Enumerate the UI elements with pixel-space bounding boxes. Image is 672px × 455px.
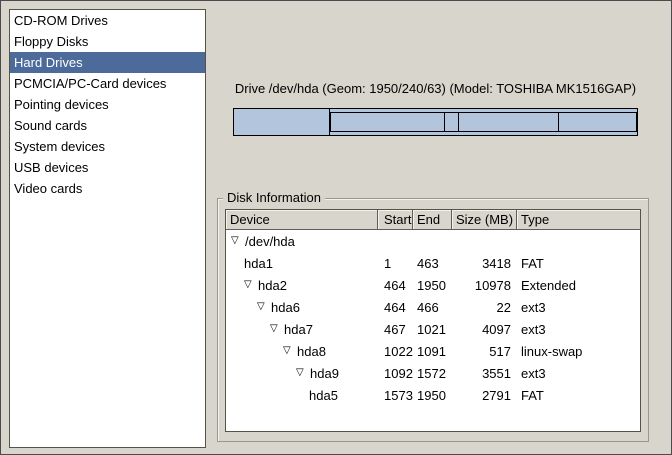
column-header-type[interactable]: Type xyxy=(517,210,640,229)
cell-device: ▽hda9 xyxy=(226,366,378,381)
disk-row-dev-hda[interactable]: ▽/dev/hda xyxy=(226,230,640,252)
disk-information-frame: Disk Information DeviceStartEndSize (MB)… xyxy=(217,198,649,442)
cell-start: 1573 xyxy=(378,388,413,403)
partition-segment-hda7[interactable] xyxy=(330,113,445,131)
column-header-start[interactable]: Start xyxy=(378,210,413,229)
cell-device: ▽hda7 xyxy=(226,322,378,337)
cell-size: 22 xyxy=(452,300,517,315)
partition-segment-hda9[interactable] xyxy=(459,113,558,131)
cell-start: 464 xyxy=(378,300,413,315)
cell-end: 463 xyxy=(413,256,452,271)
cell-size: 10978 xyxy=(452,278,517,293)
disk-row-hda7[interactable]: ▽hda746710214097ext3 xyxy=(226,318,640,340)
drive-title: Drive /dev/hda (Geom: 1950/240/63) (Mode… xyxy=(233,81,638,96)
device-name: /dev/hda xyxy=(245,234,295,249)
device-name: hda8 xyxy=(297,344,326,359)
disk-row-hda9[interactable]: ▽hda9109215723551ext3 xyxy=(226,362,640,384)
cell-end: 1572 xyxy=(413,366,452,381)
device-name: hda7 xyxy=(284,322,313,337)
column-header-end[interactable]: End xyxy=(413,210,452,229)
cell-end: 1021 xyxy=(413,322,452,337)
disk-table-header: DeviceStartEndSize (MB)Type xyxy=(226,210,640,230)
partition-segment-hda1[interactable] xyxy=(234,109,330,135)
cell-start: 467 xyxy=(378,322,413,337)
expander-icon[interactable]: ▽ xyxy=(244,280,258,290)
device-name: hda6 xyxy=(271,300,300,315)
disk-row-hda6[interactable]: ▽hda646446622ext3 xyxy=(226,296,640,318)
sidebar-item-hard-drives[interactable]: Hard Drives xyxy=(10,52,205,73)
sidebar-item-system-devices[interactable]: System devices xyxy=(10,136,205,157)
device-name: hda5 xyxy=(309,388,338,403)
partition-bar xyxy=(233,108,638,136)
sidebar-item-usb-devices[interactable]: USB devices xyxy=(10,157,205,178)
sidebar-item-sound-cards[interactable]: Sound cards xyxy=(10,115,205,136)
hardware-browser-window: CD-ROM DrivesFloppy DisksHard DrivesPCMC… xyxy=(0,0,672,455)
device-category-list: CD-ROM DrivesFloppy DisksHard DrivesPCMC… xyxy=(9,9,206,448)
cell-start: 464 xyxy=(378,278,413,293)
cell-size: 517 xyxy=(452,344,517,359)
device-name: hda2 xyxy=(258,278,287,293)
cell-end: 1091 xyxy=(413,344,452,359)
cell-type: linux-swap xyxy=(517,344,640,359)
disk-row-hda8[interactable]: ▽hda810221091517linux-swap xyxy=(226,340,640,362)
cell-type: ext3 xyxy=(517,300,640,315)
expander-icon[interactable]: ▽ xyxy=(296,368,310,378)
cell-type: Extended xyxy=(517,278,640,293)
cell-start: 1 xyxy=(378,256,413,271)
column-header-device[interactable]: Device xyxy=(226,210,378,229)
partition-segment-hda8[interactable] xyxy=(445,113,459,131)
cell-device: hda1 xyxy=(226,256,378,271)
cell-size: 2791 xyxy=(452,388,517,403)
cell-start: 1022 xyxy=(378,344,413,359)
cell-device: ▽/dev/hda xyxy=(226,234,378,249)
cell-type: ext3 xyxy=(517,322,640,337)
sidebar-item-pcmcia-pc-card-devices[interactable]: PCMCIA/PC-Card devices xyxy=(10,73,205,94)
sidebar-item-cd-rom-drives[interactable]: CD-ROM Drives xyxy=(10,10,205,31)
disk-row-hda1[interactable]: hda1 14633418FAT xyxy=(226,252,640,274)
cell-device: ▽hda2 xyxy=(226,278,378,293)
cell-end: 466 xyxy=(413,300,452,315)
expander-icon[interactable]: ▽ xyxy=(270,324,284,334)
cell-end: 1950 xyxy=(413,388,452,403)
cell-type: FAT xyxy=(517,388,640,403)
column-header-size-mb-[interactable]: Size (MB) xyxy=(452,210,517,229)
sidebar-item-pointing-devices[interactable]: Pointing devices xyxy=(10,94,205,115)
disk-row-hda5[interactable]: hda5 157319502791FAT xyxy=(226,384,640,406)
expander-icon[interactable]: ▽ xyxy=(283,346,297,356)
partition-segment-hda5[interactable] xyxy=(559,113,637,131)
device-name: hda1 xyxy=(244,256,273,271)
cell-device: ▽hda6 xyxy=(226,300,378,315)
sidebar-item-floppy-disks[interactable]: Floppy Disks xyxy=(10,31,205,52)
cell-type: FAT xyxy=(517,256,640,271)
cell-size: 3418 xyxy=(452,256,517,271)
expander-icon[interactable]: ▽ xyxy=(231,236,245,246)
expander-icon[interactable]: ▽ xyxy=(257,302,271,312)
sidebar-item-video-cards[interactable]: Video cards xyxy=(10,178,205,199)
cell-start: 1092 xyxy=(378,366,413,381)
disk-table-body: ▽/dev/hdahda114633418FAT▽hda246419501097… xyxy=(226,230,640,406)
cell-size: 3551 xyxy=(452,366,517,381)
cell-type: ext3 xyxy=(517,366,640,381)
cell-device: hda5 xyxy=(226,388,378,403)
disk-table: DeviceStartEndSize (MB)Type ▽/dev/hdahda… xyxy=(225,209,641,432)
cell-end: 1950 xyxy=(413,278,452,293)
disk-row-hda2[interactable]: ▽hda2464195010978Extended xyxy=(226,274,640,296)
disk-information-label: Disk Information xyxy=(223,190,325,206)
cell-size: 4097 xyxy=(452,322,517,337)
cell-device: ▽hda8 xyxy=(226,344,378,359)
device-name: hda9 xyxy=(310,366,339,381)
